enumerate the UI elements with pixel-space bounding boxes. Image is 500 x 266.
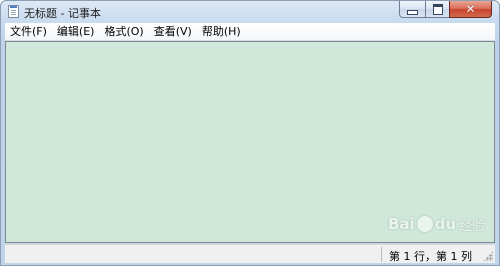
window-controls: ✕ (399, 1, 492, 19)
status-bar: 第 1 行，第 1 列 (5, 244, 495, 263)
status-divider (381, 247, 382, 262)
close-icon: ✕ (465, 2, 476, 16)
close-button[interactable]: ✕ (449, 1, 492, 18)
resize-grip-icon[interactable] (483, 251, 493, 261)
text-editor[interactable] (6, 42, 494, 242)
menu-format[interactable]: 格式(O) (99, 23, 148, 40)
minimize-button[interactable] (399, 1, 425, 18)
notepad-window: 无标题 - 记事本 ✕ 文件(F) 编辑(E) 格式(O) 查看(V) 帮助(H… (0, 0, 500, 266)
menu-help[interactable]: 帮助(H) (197, 23, 246, 40)
menu-edit[interactable]: 编辑(E) (52, 23, 100, 40)
menu-view[interactable]: 查看(V) (149, 23, 197, 40)
window-title: 无标题 - 记事本 (24, 7, 101, 20)
minimize-icon (407, 9, 418, 15)
menu-file[interactable]: 文件(F) (5, 23, 52, 40)
maximize-icon (432, 3, 443, 15)
cursor-position: 第 1 行，第 1 列 (389, 250, 472, 263)
maximize-button[interactable] (425, 1, 449, 18)
notepad-icon[interactable] (8, 5, 19, 18)
editor-pane (5, 41, 495, 243)
title-bar[interactable]: 无标题 - 记事本 ✕ (1, 1, 499, 23)
menu-bar: 文件(F) 编辑(E) 格式(O) 查看(V) 帮助(H) (5, 23, 495, 41)
